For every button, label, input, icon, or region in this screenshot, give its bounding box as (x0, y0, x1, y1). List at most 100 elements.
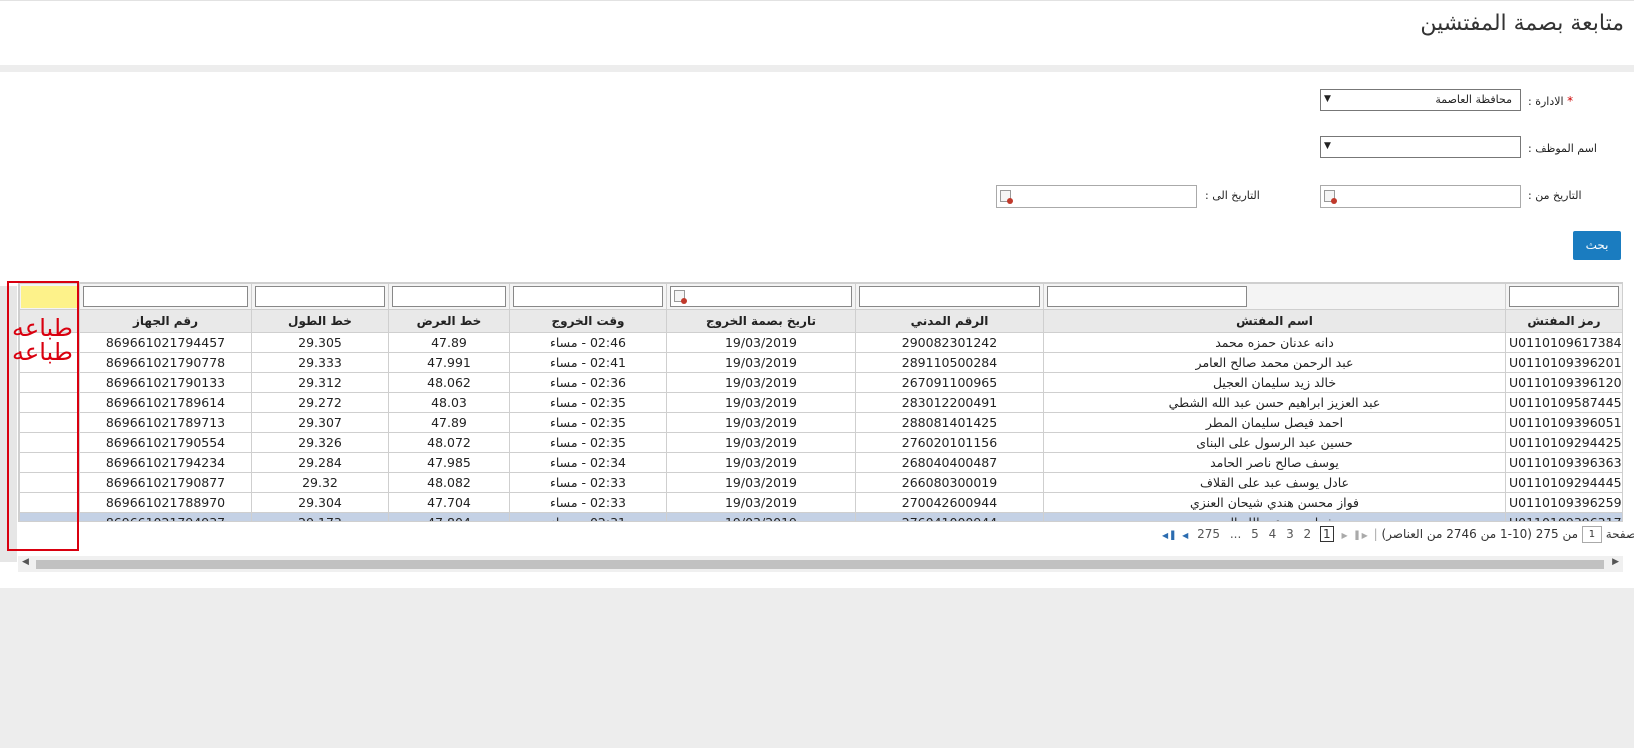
cell-code: U0110109294445 (1505, 472, 1622, 493)
pager-page-link[interactable]: 4 (1269, 527, 1277, 541)
pager-info: من 275 (10-1 من 2746 من العناصر) (1381, 527, 1579, 541)
cell-exit-date: 19/03/2019 (666, 472, 856, 493)
table-row[interactable]: 86966102179493729.17347.80402:31 - مساء1… (19, 512, 1622, 521)
cell-name: دانه عدنان حمزه محمد (1043, 332, 1506, 353)
table-row[interactable]: 869661021794457 29.305 47.89 02:46 - مساء 19… (19, 332, 1622, 353)
pager-ellipsis[interactable]: ... (1230, 527, 1241, 541)
pager: الصفحة 1 من 275 (10-1 من 2746 من العناصر… (1160, 526, 1634, 546)
scroll-right-icon[interactable]: ▶ (1612, 557, 1619, 567)
cell-device: 869661021794457 (79, 332, 252, 353)
table-row[interactable]: 869661021789614 29.272 48.03 02:35 - مساء 19… (19, 392, 1622, 413)
previous-page-icon: ▶ (1341, 531, 1348, 540)
date-to-label: التاريخ الى : (1205, 189, 1260, 202)
column-header-latitude[interactable]: خط العرض (388, 309, 510, 333)
column-header-device[interactable]: رقم الجهاز (79, 309, 252, 333)
pager-last-page-link[interactable]: 275 (1197, 527, 1220, 541)
calendar-icon[interactable] (1324, 190, 1337, 204)
cell-longitude: 29.304 (251, 492, 389, 513)
results-grid: رقم الجهاز خط الطول خط العرض وقت الخروج … (18, 282, 1623, 522)
column-header-code[interactable]: رمز المفتش (1505, 309, 1622, 333)
filter-cell (666, 283, 856, 310)
cell-exit-time: 02:33 - مساء (509, 492, 667, 513)
filter-cell (1043, 283, 1506, 310)
table-row[interactable]: 869661021789713 29.307 47.89 02:35 - مساء 19… (19, 412, 1622, 433)
cell-device: 869661021790778 (79, 352, 252, 373)
table-row[interactable]: 869661021790778 29.333 47.991 02:41 - مساء 1… (19, 352, 1622, 373)
cell-longitude: 29.312 (251, 372, 389, 393)
cell-name: عادل يوسف عبد على القلاف (1043, 472, 1506, 493)
cell-civil-id: 266080300019 (855, 472, 1044, 493)
search-button[interactable]: بحث (1573, 231, 1621, 260)
pager-page-input[interactable]: 1 (1581, 526, 1602, 543)
table-row[interactable]: 869661021794234 29.284 47.985 02:34 - مساء 1… (19, 452, 1622, 473)
column-header-civil-id[interactable]: الرقم المدني (855, 309, 1044, 333)
filter-input-exit-time[interactable] (513, 286, 663, 307)
cell-name: عبد الرحمن محمد صالح العامر (1043, 352, 1506, 373)
cell-name: حسين عبد الرسول على البناى (1043, 432, 1506, 453)
cell-device: 869661021789713 (79, 412, 252, 433)
filter-input-civil-id[interactable] (859, 286, 1040, 307)
filter-input-latitude[interactable] (392, 286, 506, 307)
filter-input-exit-date[interactable] (670, 286, 852, 307)
cell-longitude: 29.173 (251, 512, 389, 521)
column-header-longitude[interactable]: خط الطول (251, 309, 389, 333)
pager-page-label: الصفحة (1605, 527, 1634, 541)
cell-civil-id: 270042600944 (855, 492, 1044, 513)
employee-select[interactable]: ▼ (1320, 136, 1521, 158)
date-from-label: التاريخ من : (1528, 189, 1582, 202)
first-page-icon: ▶▌ (1355, 531, 1368, 540)
cell-civil-id: 283012200491 (855, 392, 1044, 413)
horizontal-scrollbar[interactable]: ◀ ▶ (18, 556, 1623, 572)
date-to-input[interactable] (996, 185, 1197, 208)
column-header-name[interactable]: اسم المفتش (1043, 309, 1506, 333)
table-row[interactable]: 869661021790554 29.326 48.072 02:35 - مساء 1… (19, 432, 1622, 453)
table-row[interactable]: 869661021788970 29.304 47.704 02:33 - مساء 1… (19, 492, 1622, 513)
cell-code: U0110109396363 (1505, 452, 1622, 473)
column-header-exit-date[interactable]: تاريخ بصمة الخروج (666, 309, 856, 333)
cell-code: U0110109396317 (1505, 512, 1622, 521)
cell-exit-time: 02:36 - مساء (509, 372, 667, 393)
print-label-1: طباعه (12, 314, 73, 342)
cell-civil-id: 276020101156 (855, 432, 1044, 453)
cell-code: U0110109396201 (1505, 352, 1622, 373)
required-mark: * (1567, 94, 1574, 108)
filter-input-name[interactable] (1047, 286, 1247, 307)
pager-page-link[interactable]: 2 (1304, 527, 1312, 541)
cell-device: 869661021794937 (79, 512, 252, 521)
cell-exit-date: 19/03/2019 (666, 372, 856, 393)
cell-exit-date: 19/03/2019 (666, 332, 856, 353)
pager-current-page[interactable]: 1 (1320, 526, 1334, 542)
filter-input-longitude[interactable] (255, 286, 385, 307)
scroll-left-icon[interactable]: ◀ (22, 557, 29, 567)
cell-longitude: 29.333 (251, 352, 389, 373)
cell-civil-id: 288081401425 (855, 412, 1044, 433)
cell-civil-id: 267091100965 (855, 372, 1044, 393)
department-label: * الادارة : (1528, 94, 1573, 108)
table-row[interactable]: 869661021790133 29.312 48.062 02:36 - مساء 1… (19, 372, 1622, 393)
dropdown-arrow-icon: ▼ (1324, 141, 1331, 151)
cell-longitude: 29.307 (251, 412, 389, 433)
next-page-icon[interactable]: ◀ (1182, 531, 1188, 540)
cell-device: 869661021794234 (79, 452, 252, 473)
table-row[interactable]: 869661021790877 29.32 48.082 02:33 - مساء 19… (19, 472, 1622, 493)
pager-page-link[interactable]: 3 (1286, 527, 1294, 541)
filter-cell (509, 283, 667, 310)
cell-name: عبد العزيز ابراهيم حسن عبد الله الشطي (1043, 392, 1506, 413)
print-annotation-text: طباعه طباعه (12, 316, 73, 364)
column-header-exit-time[interactable]: وقت الخروج (509, 309, 667, 333)
department-select[interactable]: محافظة العاصمة ▼ (1320, 89, 1521, 111)
cell-device: 869661021789614 (79, 392, 252, 413)
pager-page-link[interactable]: 5 (1251, 527, 1259, 541)
cell-exit-time: 02:34 - مساء (509, 452, 667, 473)
filter-input-code[interactable] (1509, 286, 1619, 307)
calendar-icon[interactable] (1000, 190, 1013, 204)
calendar-icon[interactable] (674, 290, 687, 304)
cell-exit-time: 02:33 - مساء (509, 472, 667, 493)
filter-input-device[interactable] (83, 286, 248, 307)
last-page-icon[interactable]: ▐◀ (1162, 531, 1174, 540)
cell-exit-date: 19/03/2019 (666, 492, 856, 513)
date-from-input[interactable] (1320, 185, 1521, 208)
cell-civil-id: 268040400487 (855, 452, 1044, 473)
scrollbar-thumb[interactable] (36, 560, 1604, 569)
cell-code: U0110109396051 (1505, 412, 1622, 433)
